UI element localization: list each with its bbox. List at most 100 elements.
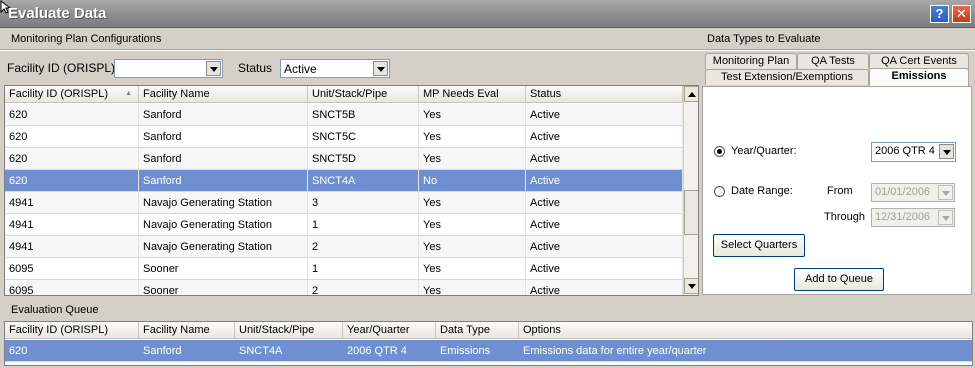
facility-name-cell: Sooner bbox=[139, 280, 308, 295]
facility-id-cell: 6095 bbox=[5, 258, 139, 280]
close-button[interactable]: ✕ bbox=[952, 5, 971, 23]
unit-stack-pipe-cell: 3 bbox=[308, 192, 419, 214]
facility-name-cell: Sanford bbox=[139, 104, 308, 126]
facility-name-cell: Sanford bbox=[139, 126, 308, 148]
evaluation-queue-grid[interactable]: Facility ID (ORISPL) Facility Name Unit/… bbox=[4, 321, 973, 366]
queue-column-header-data-type[interactable]: Data Type bbox=[436, 322, 519, 339]
section-label-data-types: Data Types to Evaluate bbox=[707, 33, 821, 45]
emissions-tab-body: Year/Quarter: 2006 QTR 4 Date Range: Fro… bbox=[702, 86, 972, 295]
tab-qa-cert-events[interactable]: QA Cert Events bbox=[869, 53, 969, 69]
queue-column-header-facility-name[interactable]: Facility Name bbox=[139, 322, 235, 339]
mp-needs-eval-cell: No bbox=[419, 170, 526, 192]
scroll-up-icon[interactable] bbox=[684, 86, 698, 102]
year-quarter-combo[interactable]: 2006 QTR 4 bbox=[871, 142, 956, 162]
facility-id-label: Facility ID (ORISPL) bbox=[7, 61, 116, 75]
table-row[interactable]: 4941 Navajo Generating Station 2 Yes Active bbox=[5, 236, 683, 258]
unit-stack-pipe-cell: SNCT4A bbox=[308, 170, 419, 192]
column-header-facility-id[interactable]: Facility ID (ORISPL) ▲ bbox=[5, 86, 139, 103]
year-quarter-radio[interactable] bbox=[714, 146, 725, 157]
column-header-unit-stack-pipe[interactable]: Unit/Stack/Pipe bbox=[308, 86, 419, 103]
status-combo[interactable]: Active bbox=[280, 59, 390, 78]
queue-year-quarter-cell: 2006 QTR 4 bbox=[347, 345, 407, 357]
facility-id-cell: 4941 bbox=[5, 214, 139, 236]
status-cell: Active bbox=[526, 214, 683, 236]
facility-id-cell: 4941 bbox=[5, 192, 139, 214]
table-row[interactable]: 4941 Navajo Generating Station 1 Yes Active bbox=[5, 214, 683, 236]
mp-needs-eval-cell: Yes bbox=[419, 258, 526, 280]
chevron-down-icon[interactable] bbox=[938, 185, 953, 200]
through-date-picker[interactable]: 12/31/2006 bbox=[871, 208, 955, 227]
status-cell: Active bbox=[526, 258, 683, 280]
mp-needs-eval-cell: Yes bbox=[419, 280, 526, 295]
window-title: Evaluate Data bbox=[8, 5, 107, 22]
unit-stack-pipe-cell: 2 bbox=[308, 280, 419, 295]
queue-column-header-options[interactable]: Options bbox=[519, 322, 972, 339]
queue-column-header-facility-id[interactable]: Facility ID (ORISPL) bbox=[5, 322, 139, 339]
facility-id-combo[interactable] bbox=[114, 59, 223, 78]
through-label: Through bbox=[824, 211, 865, 223]
from-date-picker[interactable]: 01/01/2006 bbox=[871, 183, 955, 202]
table-row[interactable]: 6095 Sooner 2 Yes Active bbox=[5, 280, 683, 295]
queue-grid-header: Facility ID (ORISPL) Facility Name Unit/… bbox=[5, 322, 972, 339]
scroll-thumb[interactable] bbox=[684, 190, 698, 235]
table-row[interactable]: 4941 Navajo Generating Station 3 Yes Active bbox=[5, 192, 683, 214]
column-header-mp-needs-eval[interactable]: MP Needs Eval bbox=[419, 86, 526, 103]
monitoring-plan-grid[interactable]: Facility ID (ORISPL) ▲ Facility Name Unit… bbox=[4, 85, 699, 296]
unit-stack-pipe-cell: SNCT5B bbox=[308, 104, 419, 126]
unit-stack-pipe-cell: 1 bbox=[308, 214, 419, 236]
title-bar: Evaluate Data ? ✕ bbox=[0, 0, 975, 28]
tab-qa-tests[interactable]: QA Tests bbox=[797, 53, 869, 69]
chevron-down-icon[interactable] bbox=[938, 210, 953, 225]
facility-id-cell: 620 bbox=[5, 104, 139, 126]
queue-options-cell: Emissions data for entire year/quarter bbox=[523, 345, 707, 357]
queue-row[interactable]: 620 Sanford SNCT4A 2006 QTR 4 Emissions Emiss… bbox=[5, 340, 972, 362]
status-cell: Active bbox=[526, 236, 683, 258]
facility-name-cell: Navajo Generating Station bbox=[139, 192, 308, 214]
date-range-radio[interactable] bbox=[714, 186, 725, 197]
queue-unit-stack-pipe-cell: SNCT4A bbox=[239, 345, 283, 357]
mp-needs-eval-cell: Yes bbox=[419, 104, 526, 126]
scroll-down-icon[interactable] bbox=[684, 278, 698, 294]
sort-ascending-icon: ▲ bbox=[125, 90, 132, 97]
tab-monitoring-plan[interactable]: Monitoring Plan bbox=[705, 53, 797, 69]
mp-needs-eval-cell: Yes bbox=[419, 236, 526, 258]
vertical-scrollbar[interactable] bbox=[683, 86, 698, 295]
help-button[interactable]: ? bbox=[930, 5, 949, 23]
table-row[interactable]: 620 Sanford SNCT4A No Active bbox=[5, 170, 683, 192]
facility-name-cell: Sanford bbox=[139, 148, 308, 170]
chevron-down-icon[interactable] bbox=[206, 61, 221, 76]
date-range-label: Date Range: bbox=[731, 185, 793, 197]
tab-emissions[interactable]: Emissions bbox=[869, 68, 969, 86]
table-row[interactable]: 6095 Sooner 1 Yes Active bbox=[5, 258, 683, 280]
status-cell: Active bbox=[526, 192, 683, 214]
unit-stack-pipe-cell: 2 bbox=[308, 236, 419, 258]
add-to-queue-button[interactable]: Add to Queue bbox=[794, 268, 884, 291]
table-row[interactable]: 620 Sanford SNCT5C Yes Active bbox=[5, 126, 683, 148]
chevron-down-icon[interactable] bbox=[939, 144, 954, 159]
queue-column-header-year-quarter[interactable]: Year/Quarter bbox=[343, 322, 436, 339]
queue-data-type-cell: Emissions bbox=[440, 345, 491, 357]
year-quarter-value: 2006 QTR 4 bbox=[875, 145, 935, 157]
facility-id-cell: 620 bbox=[5, 126, 139, 148]
queue-column-header-unit-stack-pipe[interactable]: Unit/Stack/Pipe bbox=[235, 322, 343, 339]
mp-needs-eval-cell: Yes bbox=[419, 126, 526, 148]
table-row[interactable]: 620 Sanford SNCT5D Yes Active bbox=[5, 148, 683, 170]
status-cell: Active bbox=[526, 280, 683, 295]
facility-id-cell: 4941 bbox=[5, 236, 139, 258]
facility-id-cell: 6095 bbox=[5, 280, 139, 295]
unit-stack-pipe-cell: SNCT5D bbox=[308, 148, 419, 170]
mp-needs-eval-cell: Yes bbox=[419, 148, 526, 170]
select-quarters-button[interactable]: Select Quarters bbox=[713, 234, 805, 257]
facility-id-cell: 620 bbox=[5, 148, 139, 170]
queue-facility-id-cell: 620 bbox=[9, 345, 28, 357]
status-cell: Active bbox=[526, 148, 683, 170]
table-row[interactable]: 620 Sanford SNCT5B Yes Active bbox=[5, 104, 683, 126]
column-header-facility-name[interactable]: Facility Name bbox=[139, 86, 308, 103]
tab-test-extension-exemptions[interactable]: Test Extension/Exemptions bbox=[705, 69, 869, 85]
data-types-tab-panel: Monitoring Plan QA Tests QA Cert Events … bbox=[702, 51, 974, 295]
status-cell: Active bbox=[526, 104, 683, 126]
chevron-down-icon[interactable] bbox=[373, 61, 388, 76]
facility-name-cell: Sooner bbox=[139, 258, 308, 280]
column-header-status[interactable]: Status bbox=[526, 86, 683, 103]
facility-name-cell: Navajo Generating Station bbox=[139, 214, 308, 236]
